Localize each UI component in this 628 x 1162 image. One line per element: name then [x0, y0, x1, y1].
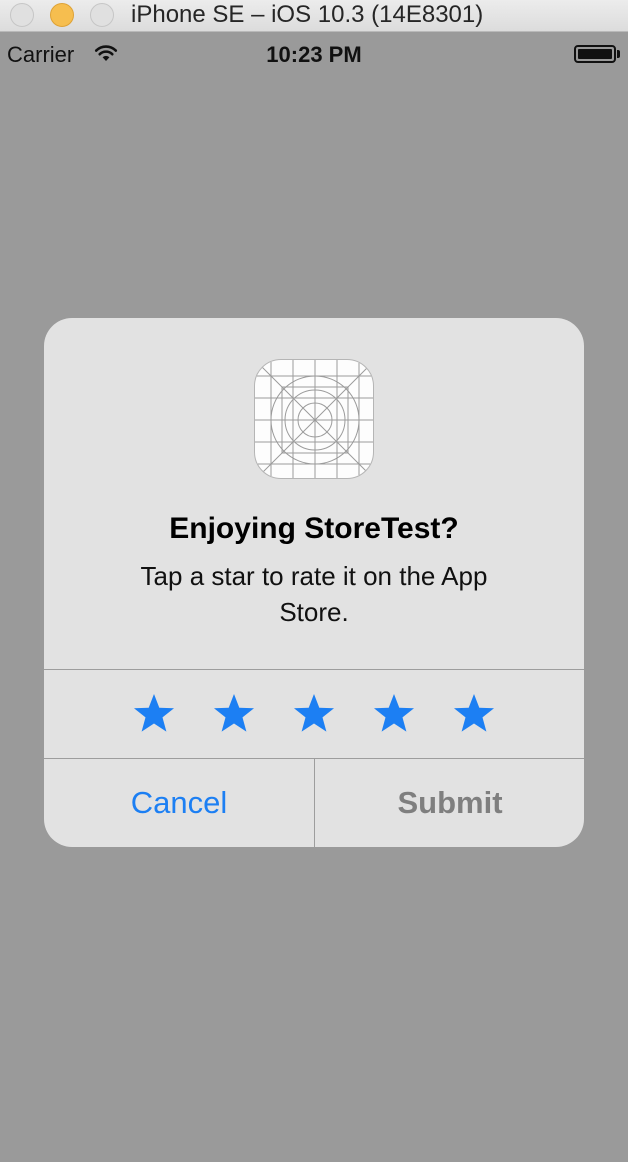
star-icon[interactable]: [132, 692, 176, 736]
window-title: iPhone SE – iOS 10.3 (14E8301): [131, 1, 484, 28]
star-icon[interactable]: [212, 692, 256, 736]
status-time: 10:23 PM: [266, 42, 362, 67]
battery-icon: [574, 45, 616, 63]
rating-alert: Enjoying StoreTest? Tap a star to rate i…: [44, 318, 584, 847]
battery-tip: [617, 50, 620, 58]
alert-title: Enjoying StoreTest?: [169, 512, 459, 545]
star-rating-control[interactable]: [44, 670, 584, 758]
cancel-button[interactable]: Cancel: [44, 759, 314, 847]
star-icon[interactable]: [292, 692, 336, 736]
alert-message: Tap a star to rate it on the App Store.: [140, 561, 488, 627]
app-icon-placeholder: [254, 359, 374, 479]
simulator-title-bar: iPhone SE – iOS 10.3 (14E8301): [0, 0, 628, 32]
star-icon[interactable]: [372, 692, 416, 736]
window-zoom-button[interactable]: [90, 3, 114, 27]
window-minimize-button[interactable]: [50, 3, 74, 27]
window-close-button[interactable]: [10, 3, 34, 27]
battery-level-fill: [578, 49, 612, 59]
submit-button[interactable]: Submit: [315, 759, 584, 847]
status-bar: Carrier 10:23 PM: [0, 32, 628, 72]
star-icon[interactable]: [452, 692, 496, 736]
